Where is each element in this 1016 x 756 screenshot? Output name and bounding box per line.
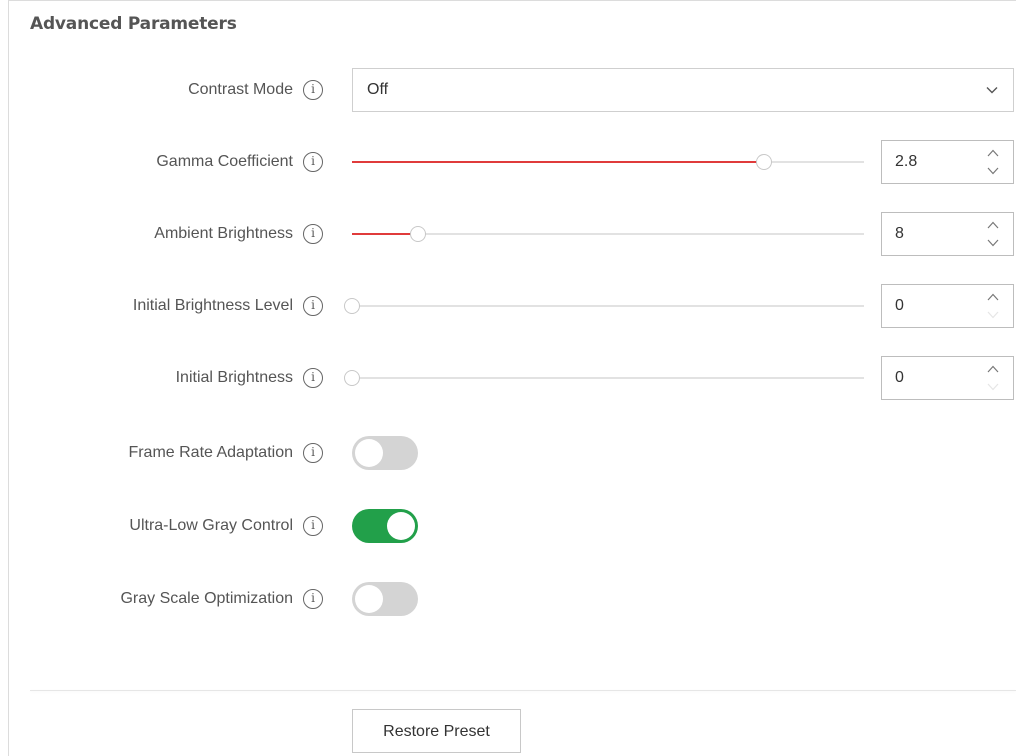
info-icon[interactable]: i	[303, 368, 323, 388]
slider-track	[352, 305, 864, 307]
slider-thumb[interactable]	[756, 154, 773, 170]
chevron-up-icon[interactable]	[987, 365, 999, 373]
ambient-brightness-value: 8	[895, 225, 904, 242]
gamma-coefficient-value: 2.8	[895, 153, 918, 170]
info-icon[interactable]: i	[303, 80, 323, 100]
slider-thumb[interactable]	[409, 226, 426, 242]
initial-brightness-value: 0	[895, 369, 904, 386]
ambient-brightness-slider[interactable]	[352, 226, 864, 242]
slider-fill	[352, 161, 765, 163]
info-icon[interactable]: i	[303, 224, 323, 244]
frame-rate-adaptation-toggle[interactable]	[352, 436, 418, 470]
initial-brightness-spinbox[interactable]: 0	[881, 356, 1014, 400]
info-icon[interactable]: i	[303, 589, 323, 609]
slider-track	[352, 233, 864, 235]
chevron-down-icon[interactable]	[987, 239, 999, 247]
gamma-coefficient-label: Gamma Coefficient	[156, 153, 293, 170]
toggle-knob	[355, 585, 383, 613]
section-title: Advanced Parameters	[30, 14, 237, 34]
ambient-brightness-spinbox[interactable]: 8	[881, 212, 1014, 256]
contrast-mode-label: Contrast Mode	[188, 81, 293, 98]
contrast-mode-value: Off	[367, 81, 389, 98]
info-icon[interactable]: i	[303, 443, 323, 463]
frame-rate-adaptation-label: Frame Rate Adaptation	[128, 444, 293, 461]
toggle-knob	[355, 439, 383, 467]
gray-scale-optimization-toggle[interactable]	[352, 582, 418, 616]
info-icon[interactable]: i	[303, 152, 323, 172]
initial-brightness-slider[interactable]	[344, 370, 864, 386]
chevron-down-icon[interactable]	[987, 167, 999, 175]
slider-fill	[352, 233, 418, 235]
chevron-up-icon[interactable]	[987, 221, 999, 229]
slider-thumb[interactable]	[344, 370, 360, 386]
gamma-coefficient-spinbox[interactable]: 2.8	[881, 140, 1014, 184]
footer-divider	[30, 690, 1016, 691]
chevron-up-icon[interactable]	[987, 149, 999, 157]
chevron-down-icon[interactable]	[987, 383, 999, 391]
ultra-low-gray-control-toggle[interactable]	[352, 509, 418, 543]
chevron-down-icon[interactable]	[987, 311, 999, 319]
slider-thumb[interactable]	[344, 298, 360, 314]
initial-brightness-level-value: 0	[895, 297, 904, 314]
slider-track	[352, 377, 864, 379]
ambient-brightness-label: Ambient Brightness	[154, 225, 293, 242]
chevron-down-icon	[986, 87, 998, 94]
contrast-mode-select[interactable]: Off	[352, 68, 1014, 112]
info-icon[interactable]: i	[303, 516, 323, 536]
chevron-up-icon[interactable]	[987, 293, 999, 301]
toggle-knob	[387, 512, 415, 540]
initial-brightness-label: Initial Brightness	[175, 369, 293, 386]
initial-brightness-level-slider[interactable]	[344, 298, 864, 314]
ultra-low-gray-control-label: Ultra-Low Gray Control	[129, 517, 293, 534]
gamma-coefficient-slider[interactable]	[352, 154, 864, 170]
restore-preset-button[interactable]: Restore Preset	[352, 709, 521, 753]
initial-brightness-level-label: Initial Brightness Level	[132, 297, 293, 314]
initial-brightness-level-spinbox[interactable]: 0	[881, 284, 1014, 328]
info-icon[interactable]: i	[303, 296, 323, 316]
gray-scale-optimization-label: Gray Scale Optimization	[120, 590, 293, 607]
